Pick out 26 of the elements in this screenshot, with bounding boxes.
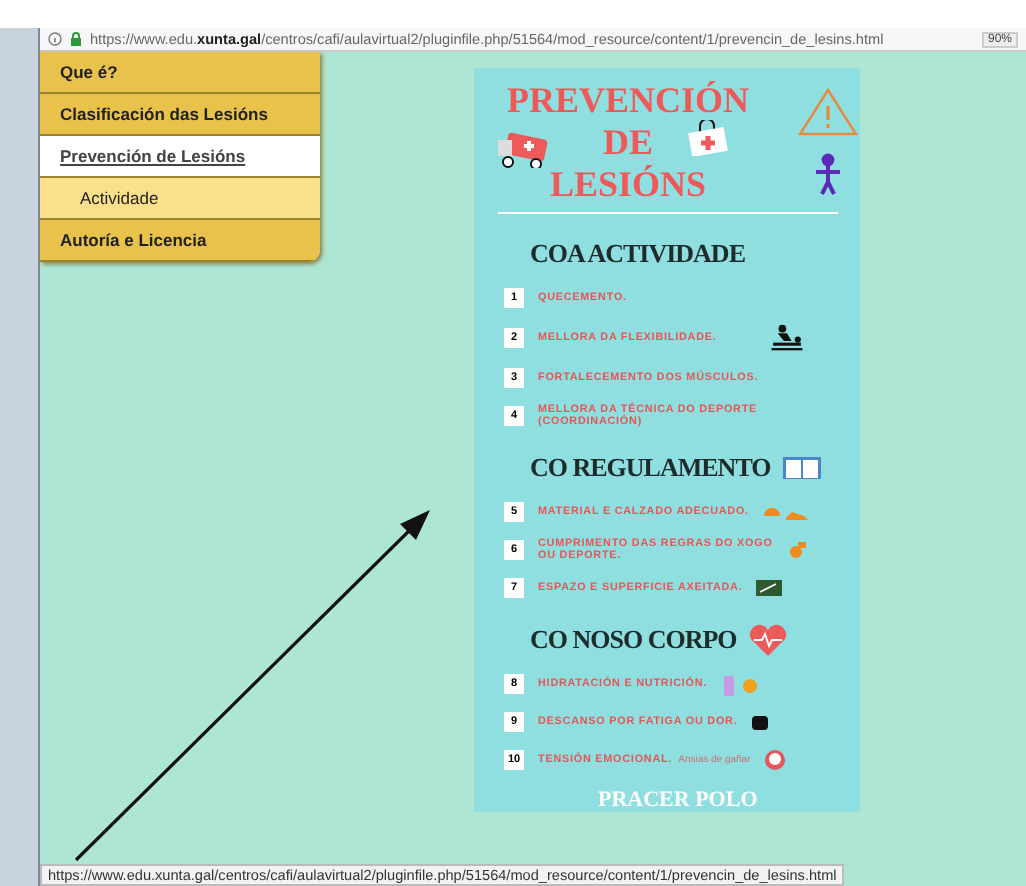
- menu-item[interactable]: Que é?: [40, 52, 320, 94]
- menu-item[interactable]: Autoría e Licencia: [40, 220, 320, 262]
- lock-icon: [70, 32, 82, 46]
- menu-item[interactable]: Prevención de Lesións: [40, 136, 320, 178]
- poster-title: LESIÓNS: [549, 164, 707, 206]
- section-heading: CO REGULAMENTO: [530, 452, 771, 484]
- ambulance-icon: [498, 132, 550, 168]
- poster-title: DE: [602, 122, 653, 164]
- section-heading: COA ACTIVIDADE: [530, 238, 745, 270]
- drink-and-fruit-icon: [721, 673, 762, 695]
- warning-icon: [798, 88, 858, 136]
- heart-icon: [748, 624, 789, 656]
- book-icon: [782, 456, 823, 480]
- head-icon: [764, 749, 787, 771]
- menu-item[interactable]: Clasificación das Lesións: [40, 94, 320, 136]
- section-heading: PRACER POLO: [596, 788, 760, 812]
- menu-item[interactable]: Actividade: [40, 178, 320, 220]
- section-heading: CO NOSO CORPO: [530, 624, 737, 656]
- poster-title: PREVENCIÓN: [506, 80, 749, 122]
- whistle-icon: [788, 540, 808, 560]
- field-icon: [756, 580, 783, 596]
- first-aid-kit-icon: [688, 120, 728, 156]
- info-icon: [48, 32, 62, 46]
- figure-icon: [814, 152, 842, 196]
- cap-and-shoe-icon: [762, 503, 811, 521]
- massage-icon: [770, 324, 805, 352]
